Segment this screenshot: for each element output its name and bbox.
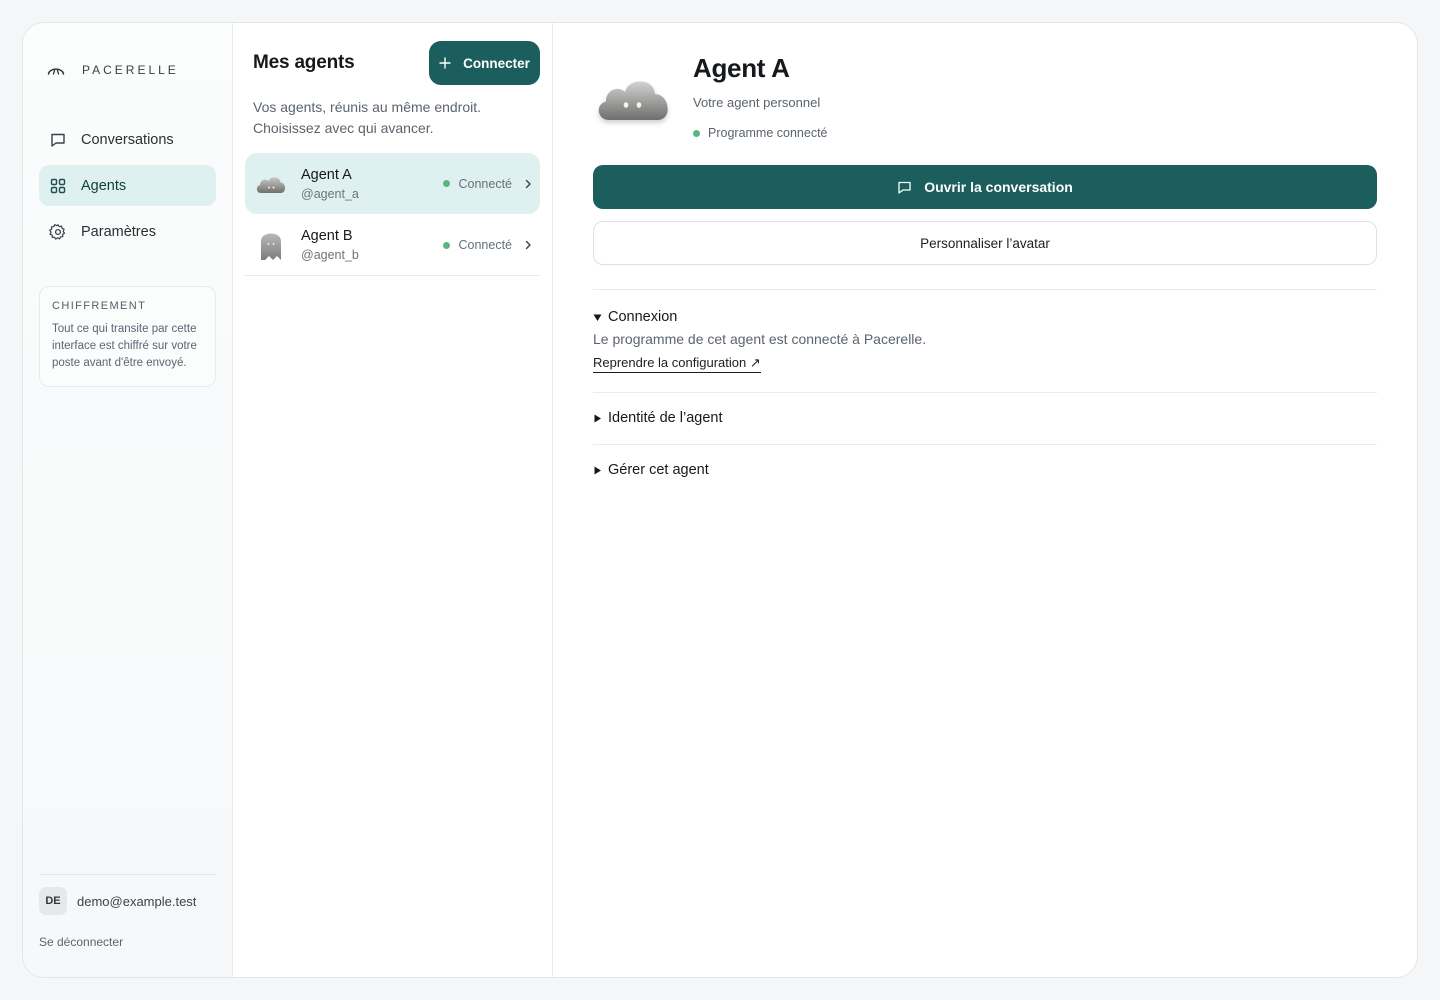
resume-configuration-link[interactable]: Reprendre la configuration ↗ — [593, 355, 761, 373]
sidebar-item-label: Agents — [81, 177, 127, 194]
cloud-avatar-icon — [598, 81, 668, 120]
logout-link[interactable]: Se déconnecter — [39, 935, 123, 949]
section-toggle-manage[interactable]: Gérer cet agent — [593, 462, 1377, 478]
account-email: demo@example.test — [77, 893, 197, 909]
info-card-title: CHIFFREMENT — [52, 300, 147, 312]
chat-bubble-icon — [51, 133, 65, 147]
brand-name: PACERELLE — [82, 63, 179, 77]
sidebar-nav: Conversations Agents Paramètres — [39, 119, 216, 252]
triangle-right-icon — [594, 414, 601, 422]
arch-logo-icon — [47, 68, 65, 75]
section-text: Le programme de cet agent est connecté à… — [593, 331, 927, 347]
sidebar-item-label: Paramètres — [81, 223, 156, 240]
cloud-avatar-icon — [256, 176, 286, 193]
agent-detail-header: Agent A Votre agent personnel Programme … — [593, 47, 1377, 140]
agent-detail-meta: Agent A Votre agent personnel Programme … — [693, 47, 828, 140]
agent-name: Agent B — [301, 228, 353, 244]
connect-button[interactable]: Connecter — [429, 41, 540, 85]
section-toggle-identity[interactable]: Identité de l’agent — [593, 410, 1377, 426]
status-text: Connecté — [458, 238, 512, 252]
gear-icon — [49, 223, 66, 240]
brand[interactable]: PACERELLE — [39, 23, 216, 119]
chat-bubble-icon — [898, 181, 911, 194]
chevron-right-icon — [525, 240, 531, 250]
triangle-down-icon — [593, 314, 602, 321]
page-title: Mes agents — [253, 52, 355, 73]
status-text: Connecté — [458, 176, 512, 191]
status-text: Programme connecté — [708, 126, 828, 140]
plus-icon — [439, 57, 451, 69]
section-toggle-connexion[interactable]: Connexion — [593, 309, 1377, 325]
section-connexion: Connexion Le programme de cet agent est … — [593, 290, 1377, 393]
agent-list: Agent A @agent_a Connecté Agent B @agent… — [245, 153, 540, 276]
subtitle-line-1: Vos agents, réunis au même endroit. — [253, 99, 482, 115]
sidebar-item-agents[interactable]: Agents — [39, 165, 216, 206]
section-title: Connexion — [608, 309, 678, 325]
section-identity: Identité de l’agent — [593, 393, 1377, 445]
agent-name: Agent A — [301, 166, 352, 183]
detail-sections: Connexion Le programme de cet agent est … — [593, 289, 1377, 496]
agents-list-panel: Mes agents Connecter Vos agents, réunis … — [233, 23, 553, 977]
subtitle-line-2: Choisissez avec qui avancer. — [253, 120, 434, 136]
section-manage: Gérer cet agent — [593, 445, 1377, 496]
sidebar: PACERELLE Conversations Agents Paramètre… — [23, 23, 233, 977]
agent-title: Agent A — [693, 53, 790, 83]
grid-icon — [50, 178, 66, 193]
agent-row-a[interactable]: Agent A @agent_a Connecté — [245, 153, 540, 214]
status-dot — [693, 129, 700, 137]
open-conversation-button[interactable]: Ouvrir la conversation — [593, 165, 1377, 209]
agent-detail-panel: Agent A Votre agent personnel Programme … — [553, 23, 1417, 977]
triangle-right-icon — [594, 466, 601, 474]
agents-list-header: Mes agents Connecter — [245, 41, 540, 85]
section-body: Le programme de cet agent est connecté à… — [593, 331, 1377, 373]
connect-button-label: Connecter — [463, 55, 530, 71]
sidebar-item-conversations[interactable]: Conversations — [39, 119, 216, 160]
agent-row-b[interactable]: Agent B @agent_b Connecté — [245, 215, 540, 276]
agents-list-subtitle: Vos agents, réunis au même endroit. Choi… — [245, 97, 540, 139]
status-dot — [443, 241, 451, 249]
app-window: PACERELLE Conversations Agents Paramètre… — [22, 22, 1418, 978]
encryption-info-card: CHIFFREMENT Tout ce qui transite par cet… — [39, 286, 216, 387]
status-badge: Connecté — [443, 238, 512, 252]
agent-handle: @agent_b — [301, 248, 359, 262]
customize-avatar-button[interactable]: Personnaliser l’avatar — [593, 221, 1377, 265]
status-badge: Programme connecté — [693, 126, 828, 140]
sidebar-item-parametres[interactable]: Paramètres — [39, 211, 216, 252]
agent-meta: Agent A @agent_a — [301, 167, 443, 201]
avatar: DE — [39, 887, 67, 915]
open-conversation-label: Ouvrir la conversation — [924, 179, 1073, 195]
agent-handle: @agent_a — [301, 186, 359, 201]
account-section: DE demo@example.test Se déconnecter — [39, 874, 216, 977]
agent-meta: Agent B @agent_b — [301, 228, 443, 262]
section-title: Identité de l’agent — [608, 410, 723, 426]
agent-subtitle: Votre agent personnel — [693, 95, 821, 110]
section-title: Gérer cet agent — [608, 462, 709, 478]
ghost-avatar-icon — [261, 233, 281, 260]
status-dot — [443, 180, 451, 187]
status-badge: Connecté — [443, 177, 512, 191]
info-card-text: Tout ce qui transite par cette interface… — [52, 323, 197, 369]
account-row[interactable]: DE demo@example.test — [39, 887, 216, 915]
chevron-right-icon — [525, 179, 531, 188]
sidebar-item-label: Conversations — [81, 131, 174, 148]
